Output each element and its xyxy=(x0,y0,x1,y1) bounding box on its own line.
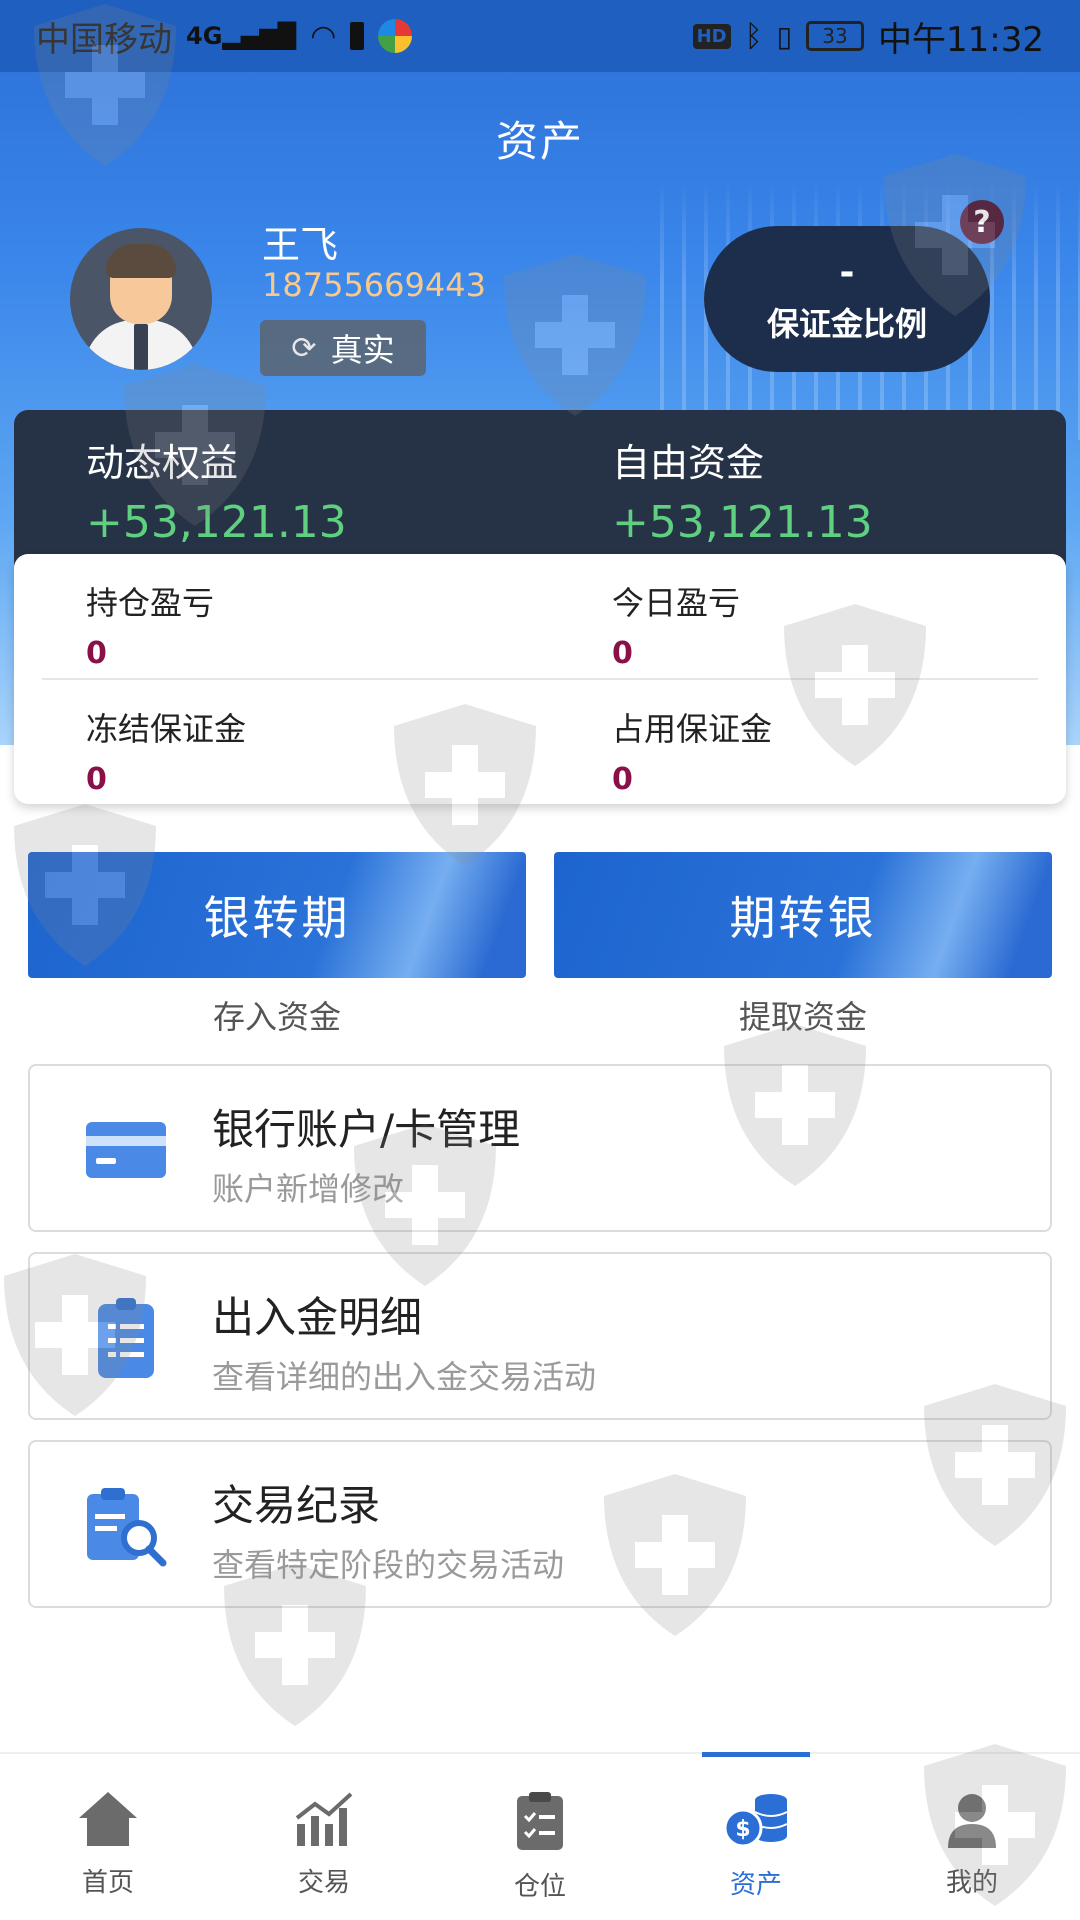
nav-item-assets[interactable]: $ 资产 xyxy=(648,1752,864,1920)
clipboard-list-icon xyxy=(78,1290,174,1386)
free-funds-label: 自由资金 xyxy=(612,441,765,485)
nav-item-me[interactable]: 我的 xyxy=(864,1754,1080,1920)
assets-page: 中国移动 4G▂▄▆█ ◠ HD ᛒ ▯ 33 中午11:32 资产 王飞 18… xyxy=(0,0,1080,1920)
clock: 中午11:32 xyxy=(878,19,1044,60)
position-clipboard-icon xyxy=(517,1792,563,1850)
bottom-nav: 首页 交易 仓位 $ 资产 我的 xyxy=(0,1752,1080,1920)
position-pl-value: 0 xyxy=(86,636,107,671)
nav-label: 仓位 xyxy=(513,1872,566,1902)
futures-to-bank-button[interactable]: 期转银 xyxy=(554,852,1052,978)
menu-title: 交易纪录 xyxy=(212,1481,381,1530)
assets-coins-icon: $ xyxy=(723,1794,788,1848)
used-margin: 占用保证金 0 xyxy=(612,704,772,797)
wifi-icon: ◠ xyxy=(310,18,337,54)
frozen-margin-label: 冻结保证金 xyxy=(86,710,247,748)
nav-label: 交易 xyxy=(297,1868,350,1898)
status-right: HD ᛒ ▯ 33 中午11:32 xyxy=(692,12,1044,61)
help-icon[interactable]: ? xyxy=(960,200,1004,244)
user-phone: 18755669443 xyxy=(262,266,486,304)
nav-item-position[interactable]: 仓位 xyxy=(432,1754,648,1920)
nav-active-indicator xyxy=(702,1752,810,1757)
battery-level: 33 xyxy=(822,24,848,48)
frozen-margin: 冻结保证金 0 xyxy=(86,704,246,797)
user-name: 王飞 xyxy=(262,223,339,267)
dynamic-equity-value: +53,121.13 xyxy=(86,497,347,548)
user-icon xyxy=(948,1794,996,1848)
bluetooth-icon: ᛒ xyxy=(744,18,763,54)
used-margin-label: 占用保证金 xyxy=(612,710,773,748)
trade-record-row[interactable]: 交易纪录 查看特定阶段的交易活动 xyxy=(28,1440,1052,1608)
battery-icon: 33 xyxy=(806,21,865,51)
futures-to-bank-subtitle: 提取资金 xyxy=(738,998,867,1036)
menu-title: 出入金明细 xyxy=(212,1293,423,1342)
menu-title: 银行账户/卡管理 xyxy=(212,1105,521,1154)
menu-subtitle: 查看详细的出入金交易活动 xyxy=(212,1358,597,1396)
dynamic-equity: 动态权益 +53,121.13 xyxy=(86,432,347,548)
bank-to-futures-button[interactable]: 银转期 xyxy=(28,852,526,978)
margin-ratio-value: - xyxy=(839,252,855,293)
account-type-label: 真实 xyxy=(330,331,395,369)
avatar-tie xyxy=(134,324,148,370)
nav-label: 首页 xyxy=(81,1868,134,1898)
free-funds: 自由资金 +53,121.13 xyxy=(612,432,873,548)
record-search-icon xyxy=(78,1478,174,1574)
bank-card-management-row[interactable]: 银行账户/卡管理 账户新增修改 xyxy=(28,1064,1052,1232)
today-pl: 今日盈亏 0 xyxy=(612,578,740,671)
nav-item-home[interactable]: 首页 xyxy=(0,1754,216,1920)
frozen-margin-value: 0 xyxy=(86,762,107,797)
hd-icon: HD xyxy=(692,23,731,49)
bank-to-futures-subtitle: 存入资金 xyxy=(212,998,341,1036)
vibrate-icon: ▯ xyxy=(776,19,793,53)
menu-subtitle: 查看特定阶段的交易活动 xyxy=(212,1546,565,1584)
today-pl-label: 今日盈亏 xyxy=(612,584,741,622)
refresh-icon: ⟳ xyxy=(291,330,317,366)
signal-icon: 4G▂▄▆█ xyxy=(186,22,297,50)
stats-divider xyxy=(42,678,1038,680)
stats-card: 持仓盈亏 0 今日盈亏 0 冻结保证金 0 占用保证金 0 xyxy=(14,554,1066,804)
account-switch-button[interactable]: ⟳ 真实 xyxy=(260,320,426,376)
svg-text:$: $ xyxy=(735,1817,750,1842)
network-type: 4G xyxy=(186,22,223,50)
position-pl: 持仓盈亏 0 xyxy=(86,578,214,671)
avatar[interactable] xyxy=(70,228,212,370)
status-left: 中国移动 4G▂▄▆█ ◠ xyxy=(36,12,413,61)
app-notification-icon xyxy=(378,19,413,53)
nav-label: 资产 xyxy=(729,1870,782,1900)
margin-ratio-pill: - 保证金比例 xyxy=(704,226,990,372)
carrier-label: 中国移动 xyxy=(36,19,172,60)
nav-label: 我的 xyxy=(945,1868,998,1898)
bank-card-icon xyxy=(78,1102,174,1198)
home-icon xyxy=(79,1792,137,1846)
menu-subtitle: 账户新增修改 xyxy=(212,1170,405,1208)
margin-ratio-label: 保证金比例 xyxy=(766,305,927,343)
trade-chart-icon xyxy=(295,1792,353,1846)
avatar-hair xyxy=(106,244,176,278)
used-margin-value: 0 xyxy=(612,762,633,797)
dynamic-equity-label: 动态权益 xyxy=(86,441,239,485)
deposit-withdraw-detail-row[interactable]: 出入金明细 查看详细的出入金交易活动 xyxy=(28,1252,1052,1420)
status-bar: 中国移动 4G▂▄▆█ ◠ HD ᛒ ▯ 33 中午11:32 xyxy=(0,0,1080,72)
battery-saver-icon xyxy=(350,22,365,50)
position-pl-label: 持仓盈亏 xyxy=(86,584,215,622)
today-pl-value: 0 xyxy=(612,636,633,671)
nav-item-trade[interactable]: 交易 xyxy=(216,1754,432,1920)
free-funds-value: +53,121.13 xyxy=(612,497,873,548)
page-title: 资产 xyxy=(495,117,584,166)
